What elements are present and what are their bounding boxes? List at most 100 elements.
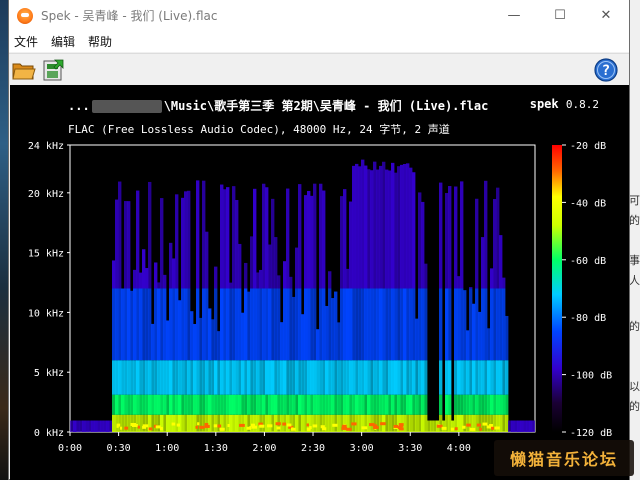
x-tick-label: 2:30 (301, 443, 325, 454)
spectrogram-cell (253, 414, 257, 432)
spectrogram-cell (187, 414, 191, 432)
spectrogram-cell (475, 394, 479, 415)
spectrogram-cell (205, 288, 209, 361)
spectrogram-cell (115, 394, 119, 415)
maximize-button[interactable]: ☐ (537, 0, 583, 31)
close-button[interactable]: ✕ (583, 0, 629, 31)
spectrogram-cell (187, 360, 191, 395)
spectrogram-hotspot (482, 422, 488, 426)
spectrogram-cell (202, 394, 206, 415)
spectrogram-cell (133, 269, 137, 289)
help-icon[interactable]: ? (593, 57, 619, 83)
spectrogram-cell (271, 414, 275, 432)
spectrogram-cell (490, 360, 494, 395)
spectrogram-cell (358, 288, 362, 361)
spectrogram-cell (295, 360, 299, 395)
spectrogram-cell (457, 360, 461, 395)
spectrogram-cell (463, 394, 467, 415)
spectrogram-hotspot (259, 424, 265, 428)
spectrogram-cell (484, 180, 488, 289)
spectrogram-cell (346, 268, 350, 289)
minimize-button[interactable]: — (491, 0, 537, 31)
spectrogram-cell (469, 394, 473, 415)
spectrogram-cell (391, 162, 395, 289)
spectrogram-cell (403, 164, 407, 289)
spectrogram-cell (313, 288, 317, 361)
spectrogram-cell (163, 274, 167, 289)
folder-icon[interactable] (11, 57, 37, 83)
spectrogram-cell (94, 420, 98, 432)
spectrogram-cell (412, 414, 416, 432)
spectrogram-hotspot (124, 426, 129, 430)
spectrogram-cell (211, 360, 215, 395)
spectrogram-cell (157, 282, 161, 289)
menu-edit[interactable]: 编辑 (51, 33, 75, 50)
spectrogram-hotspot (130, 422, 137, 426)
spectrogram-cell (112, 360, 116, 395)
spectrogram-cell (283, 394, 287, 415)
spectrogram-cell (523, 420, 527, 432)
spectrogram-cell (376, 414, 380, 432)
spectrogram-cell (337, 414, 341, 432)
spectrogram-cell (307, 360, 311, 395)
spectrogram-cell (331, 298, 335, 361)
spectrogram-cell (121, 288, 125, 361)
spectrogram-hotspot (332, 423, 338, 427)
spectrogram-cell (502, 394, 506, 415)
spectrogram-cell (142, 360, 146, 395)
spectrogram-cell (310, 394, 314, 415)
spectrogram-cell (349, 360, 353, 395)
spectrogram-cell (112, 414, 116, 432)
spectrogram-cell (337, 360, 341, 395)
title-bar[interactable]: Spek - 吴青峰 - 我们 (Live).flac — ☐ ✕ (9, 0, 629, 31)
spectrogram-cell (382, 161, 386, 289)
spectrogram-cell (412, 288, 416, 361)
spectrogram-cell (493, 360, 497, 395)
spectrogram-cell (175, 414, 179, 432)
spectrogram-cell (355, 163, 359, 289)
spectrogram-cell (232, 186, 236, 289)
spectrogram-cell (229, 360, 233, 395)
spectrogram-cell (154, 414, 158, 432)
spectrogram-cell (235, 394, 239, 415)
colorbar (552, 145, 562, 432)
spectrogram-cell (298, 288, 302, 361)
spectrogram-cell (427, 420, 431, 432)
spectrogram-cell (286, 288, 290, 361)
desktop-background-left (0, 0, 8, 480)
spectrogram-cell (382, 394, 386, 415)
spectrogram-cell (229, 414, 233, 432)
menu-file[interactable]: 文件 (14, 33, 38, 50)
menu-help[interactable]: 帮助 (88, 33, 112, 50)
spectrogram-cell (214, 360, 218, 395)
spectrogram-cell (220, 360, 224, 395)
spectrogram-cell (76, 420, 80, 432)
spectrogram-cell (106, 420, 110, 432)
x-tick-label: 3:00 (350, 443, 374, 454)
spectrogram-cell (361, 159, 365, 289)
desktop-text: 事 (629, 254, 640, 267)
spectrogram-cell (253, 288, 257, 361)
spectrogram-cell (280, 394, 284, 415)
spectrogram-hotspot (275, 422, 281, 426)
spectrogram-cell (349, 394, 353, 415)
spectrogram-cell (265, 414, 269, 432)
spectrogram-cell (421, 394, 425, 415)
spectrogram-cell (286, 188, 290, 289)
spectrogram-cell (475, 414, 479, 432)
spectrogram-hotspot (380, 422, 386, 426)
spectrogram-cell (139, 394, 143, 415)
spectrogram-cell (220, 184, 224, 289)
save-icon[interactable] (41, 57, 67, 83)
spectrogram-cell (124, 360, 128, 395)
y-tick-label: 24 kHz (28, 141, 64, 152)
spectrogram-cell (319, 360, 323, 395)
spectrogram-cell (316, 394, 320, 415)
spectrogram-cell (139, 414, 143, 432)
spectrogram-cell (250, 360, 254, 395)
spectrogram-cell (133, 360, 137, 395)
spectrogram-cell (217, 360, 221, 395)
spectrogram-cell (379, 360, 383, 395)
colorbar-tick-label: -20 dB (570, 141, 606, 152)
spectrogram-cell (514, 420, 518, 432)
